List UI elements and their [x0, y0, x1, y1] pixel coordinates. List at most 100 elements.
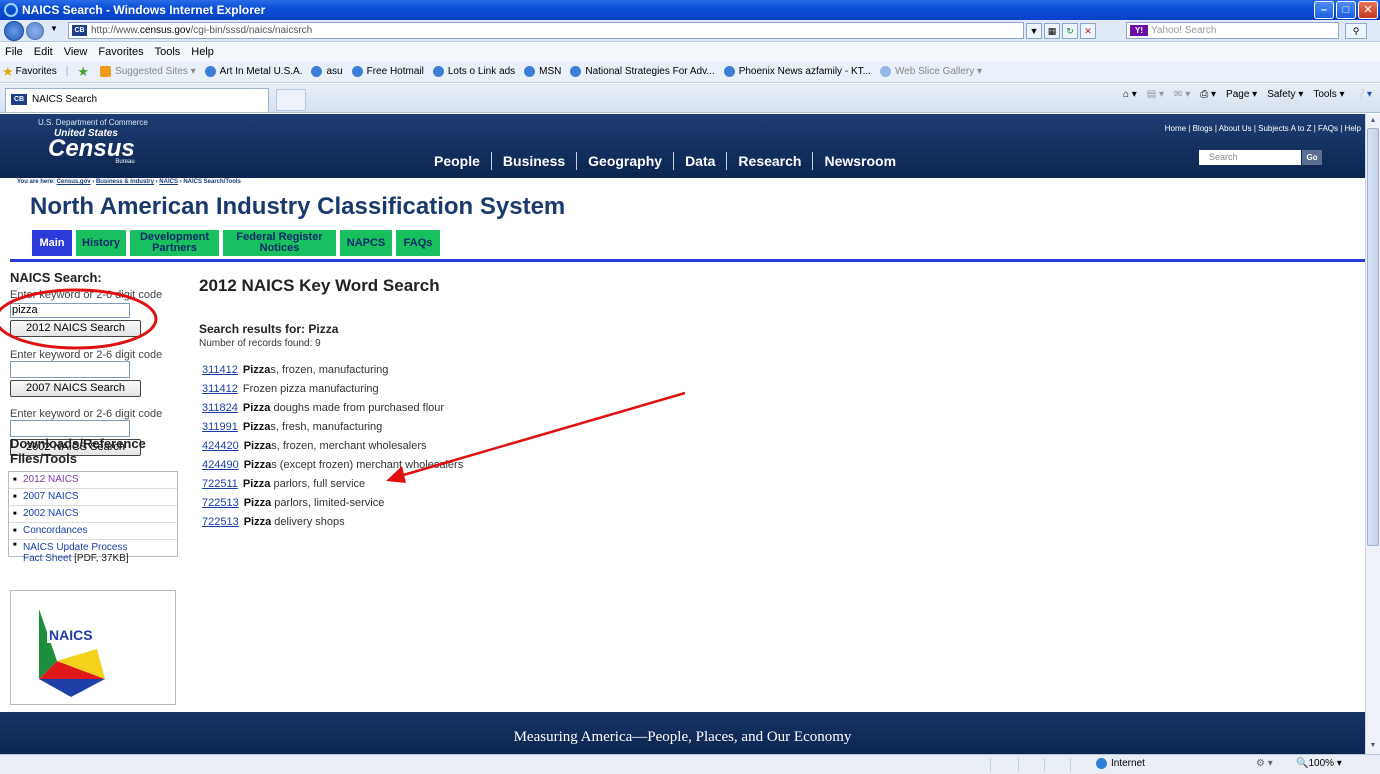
address-dropdown-icon[interactable]: ▼ — [1026, 23, 1042, 39]
nav-newsroom[interactable]: Newsroom — [813, 153, 907, 169]
back-button[interactable] — [4, 21, 24, 41]
downloads-list: 2012 NAICS 2007 NAICS 2002 NAICS Concord… — [8, 471, 178, 564]
search-icon[interactable]: ⚲ — [1345, 23, 1367, 39]
tab-history[interactable]: History — [76, 230, 126, 256]
compatibility-icon[interactable]: ▦ — [1044, 23, 1060, 39]
result-code-link[interactable]: 311412 — [202, 364, 238, 376]
fav-web-slice-gallery[interactable]: Web Slice Gallery ▾ — [879, 66, 982, 77]
tab-development-partners[interactable]: Development Partners — [130, 230, 219, 256]
zoom-control[interactable]: 🔍100% ▾ — [1296, 758, 1342, 769]
menu-file[interactable]: File — [5, 46, 23, 58]
result-code-link[interactable]: 311824 — [202, 402, 238, 414]
page-tabs: Main History Development Partners Federa… — [32, 230, 440, 256]
fav-free-hotmail[interactable]: Free Hotmail — [351, 66, 424, 77]
scroll-thumb[interactable] — [1367, 128, 1379, 546]
result-keyword: Pizza — [242, 364, 271, 376]
favorites-button[interactable]: ★ Favorites — [2, 64, 57, 80]
nav-data[interactable]: Data — [674, 153, 726, 169]
stop-icon[interactable]: ✕ — [1080, 23, 1096, 39]
fav-art-in-metal[interactable]: Art In Metal U.S.A. — [204, 66, 302, 77]
globe-icon — [1096, 758, 1107, 769]
vertical-scrollbar[interactable]: ▲ ▼ — [1365, 114, 1380, 754]
scroll-up-icon[interactable]: ▲ — [1367, 115, 1379, 127]
result-code-link[interactable]: 424420 — [202, 440, 239, 452]
search2007-label: Enter keyword or 2-6 digit code — [10, 349, 163, 361]
result-code-link[interactable]: 311991 — [202, 421, 238, 433]
menu-edit[interactable]: Edit — [34, 46, 53, 58]
result-description: s, frozen, manufacturing — [270, 364, 389, 376]
fav-lots-o-link-ads[interactable]: Lots o Link ads — [432, 66, 515, 77]
scroll-down-icon[interactable]: ▼ — [1367, 740, 1379, 752]
search2012-label: Enter keyword or 2-6 digit code — [10, 289, 163, 301]
utility-links[interactable]: Home | Blogs | About Us | Subjects A to … — [1165, 124, 1361, 133]
print-icon[interactable]: ⎙ ▾ — [1200, 89, 1216, 100]
tab-federal-register[interactable]: Federal Register Notices — [223, 230, 336, 256]
download-2002-naics[interactable]: 2002 NAICS — [9, 506, 177, 523]
fav-phoenix-news[interactable]: Phoenix News azfamily - KT... — [723, 66, 871, 77]
search2012-input[interactable]: pizza — [10, 303, 130, 318]
nav-business[interactable]: Business — [492, 153, 576, 169]
result-code-link[interactable]: 722513 — [202, 516, 239, 528]
breadcrumb-business[interactable]: Business & Industry — [96, 179, 154, 185]
site-search-input[interactable]: Search — [1199, 150, 1301, 165]
protected-mode-icon[interactable]: ⚙ ▾ — [1256, 758, 1273, 769]
census-logo[interactable]: United States Census Bureau — [48, 128, 135, 165]
yahoo-search-input[interactable]: Y! Yahoo! Search — [1126, 22, 1339, 39]
search2007-button[interactable]: 2007 NAICS Search — [10, 380, 141, 397]
result-code-link[interactable]: 424490 — [202, 459, 239, 471]
minimize-button[interactable]: – — [1314, 1, 1334, 19]
fav-suggested-sites[interactable]: Suggested Sites ▾ — [100, 66, 196, 77]
feeds-icon[interactable]: ▤ ▾ — [1147, 89, 1164, 100]
breadcrumb-census[interactable]: Census.gov — [57, 179, 91, 185]
forward-button[interactable] — [26, 22, 44, 40]
nav-geography[interactable]: Geography — [577, 153, 673, 169]
add-favorite-icon[interactable]: ★ — [77, 64, 91, 80]
breadcrumb: You are here: Census.gov › Business & In… — [17, 179, 241, 185]
mail-icon[interactable]: ✉ ▾ — [1174, 89, 1190, 100]
window-title: NAICS Search - Windows Internet Explorer — [22, 3, 266, 17]
download-2012-naics[interactable]: 2012 NAICS — [9, 472, 177, 489]
help-icon[interactable]: ❔▾ — [1355, 89, 1372, 100]
address-input[interactable]: CB http://www.census.gov/cgi-bin/sssd/na… — [68, 22, 1024, 39]
tools-menu[interactable]: Tools ▾ — [1313, 89, 1344, 100]
safety-menu[interactable]: Safety ▾ — [1267, 89, 1303, 100]
browser-tab-naics-search[interactable]: CB NAICS Search — [5, 88, 269, 112]
refresh-icon[interactable]: ↻ — [1062, 23, 1078, 39]
menu-tools[interactable]: Tools — [155, 46, 181, 58]
download-2007-naics[interactable]: 2007 NAICS — [9, 489, 177, 506]
menu-help[interactable]: Help — [191, 46, 214, 58]
menu-view[interactable]: View — [64, 46, 88, 58]
home-icon[interactable]: ⌂ ▾ — [1123, 89, 1137, 100]
history-dropdown-icon[interactable]: ▼ — [50, 24, 58, 33]
result-code-link[interactable]: 722511 — [202, 478, 238, 490]
yahoo-icon: Y! — [1130, 25, 1148, 36]
result-code-link[interactable]: 722513 — [202, 497, 239, 509]
tab-faqs[interactable]: FAQs — [396, 230, 440, 256]
result-description: doughs made from purchased flour — [270, 402, 445, 414]
nav-research[interactable]: Research — [727, 153, 812, 169]
site-favicon: CB — [72, 25, 87, 36]
maximize-button[interactable]: □ — [1336, 1, 1356, 19]
nav-people[interactable]: People — [423, 153, 491, 169]
result-keyword: Pizza — [242, 402, 271, 414]
download-concordances[interactable]: Concordances — [9, 523, 177, 540]
result-code-link[interactable]: 311412 — [202, 383, 238, 395]
search2002-input[interactable] — [10, 420, 130, 437]
page-menu[interactable]: Page ▾ — [1226, 89, 1257, 100]
search2012-button[interactable]: 2012 NAICS Search — [10, 320, 141, 337]
close-button[interactable]: ✕ — [1358, 1, 1378, 19]
new-tab-button[interactable] — [276, 89, 306, 111]
download-update-fact-sheet[interactable]: NAICS Update Process Fact Sheet [PDF, 37… — [9, 540, 177, 564]
fav-msn[interactable]: MSN — [524, 66, 561, 77]
tab-napcs[interactable]: NAPCS — [340, 230, 392, 256]
fav-asu[interactable]: asu — [311, 66, 343, 77]
menu-favorites[interactable]: Favorites — [98, 46, 143, 58]
page-title: North American Industry Classification S… — [30, 193, 566, 220]
favorites-bar: ★ Favorites | ★ Suggested Sites ▾ Art In … — [0, 61, 1380, 83]
tab-bar: CB NAICS Search ⌂ ▾ ▤ ▾ ✉ ▾ ⎙ ▾ Page ▾ S… — [0, 84, 1380, 113]
tab-main[interactable]: Main — [32, 230, 72, 256]
breadcrumb-naics[interactable]: NAICS — [159, 179, 178, 185]
fav-national-strategies[interactable]: National Strategies For Adv... — [570, 66, 715, 77]
site-search-go-button[interactable]: Go — [1302, 150, 1322, 165]
search2007-input[interactable] — [10, 361, 130, 378]
